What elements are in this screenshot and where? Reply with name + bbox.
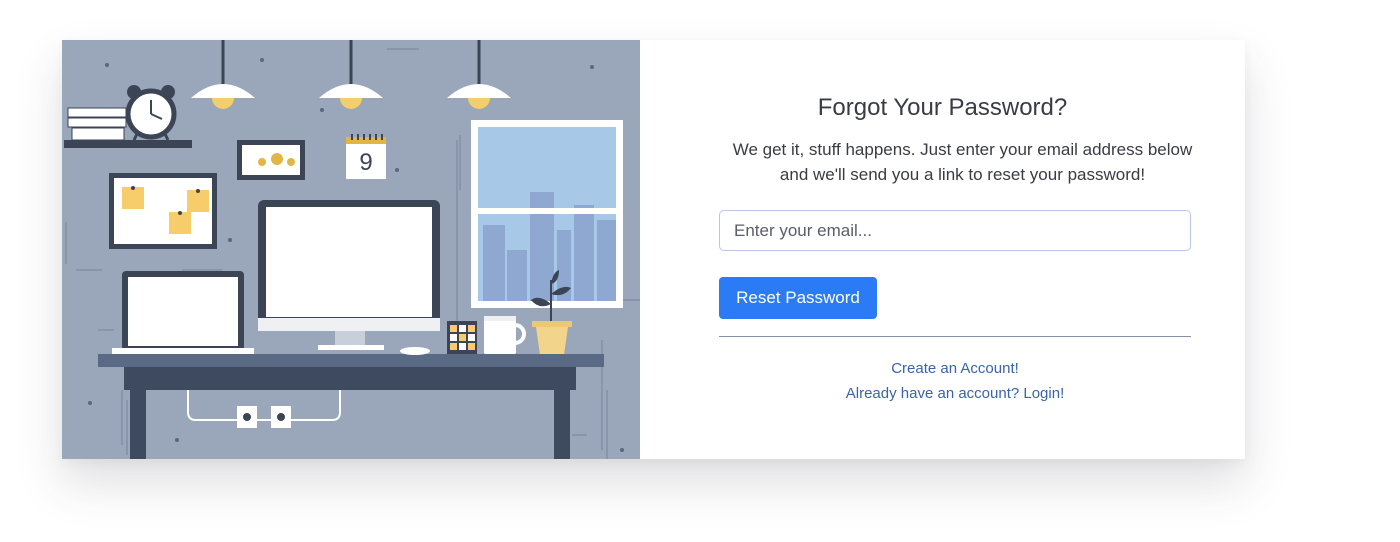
pattern-box: [447, 321, 477, 355]
workspace-illustration: 9: [62, 40, 640, 459]
alarm-clock-icon: [125, 85, 177, 141]
laptop: [112, 271, 254, 354]
desktop-monitor: [258, 200, 440, 350]
reset-password-button[interactable]: Reset Password: [719, 277, 877, 319]
page-title: Forgot Your Password?: [817, 94, 1068, 121]
forgot-password-card: 9 Forgot Your Password? We get it, stuff…: [62, 40, 1245, 459]
form-panel: Forgot Your Password? We get it, stuff h…: [640, 40, 1245, 459]
calendar-day: 9: [359, 149, 372, 176]
email-input[interactable]: [719, 210, 1191, 251]
notice-board: [109, 173, 217, 249]
picture-frame: [237, 140, 305, 180]
page-subtitle: We get it, stuff happens. Just enter you…: [732, 140, 1193, 184]
login-link[interactable]: Already have an account? Login!: [719, 385, 1191, 402]
calendar-icon: 9: [346, 134, 386, 179]
window: [471, 120, 623, 308]
divider: [719, 336, 1191, 337]
create-account-link[interactable]: Create an Account!: [719, 360, 1191, 377]
